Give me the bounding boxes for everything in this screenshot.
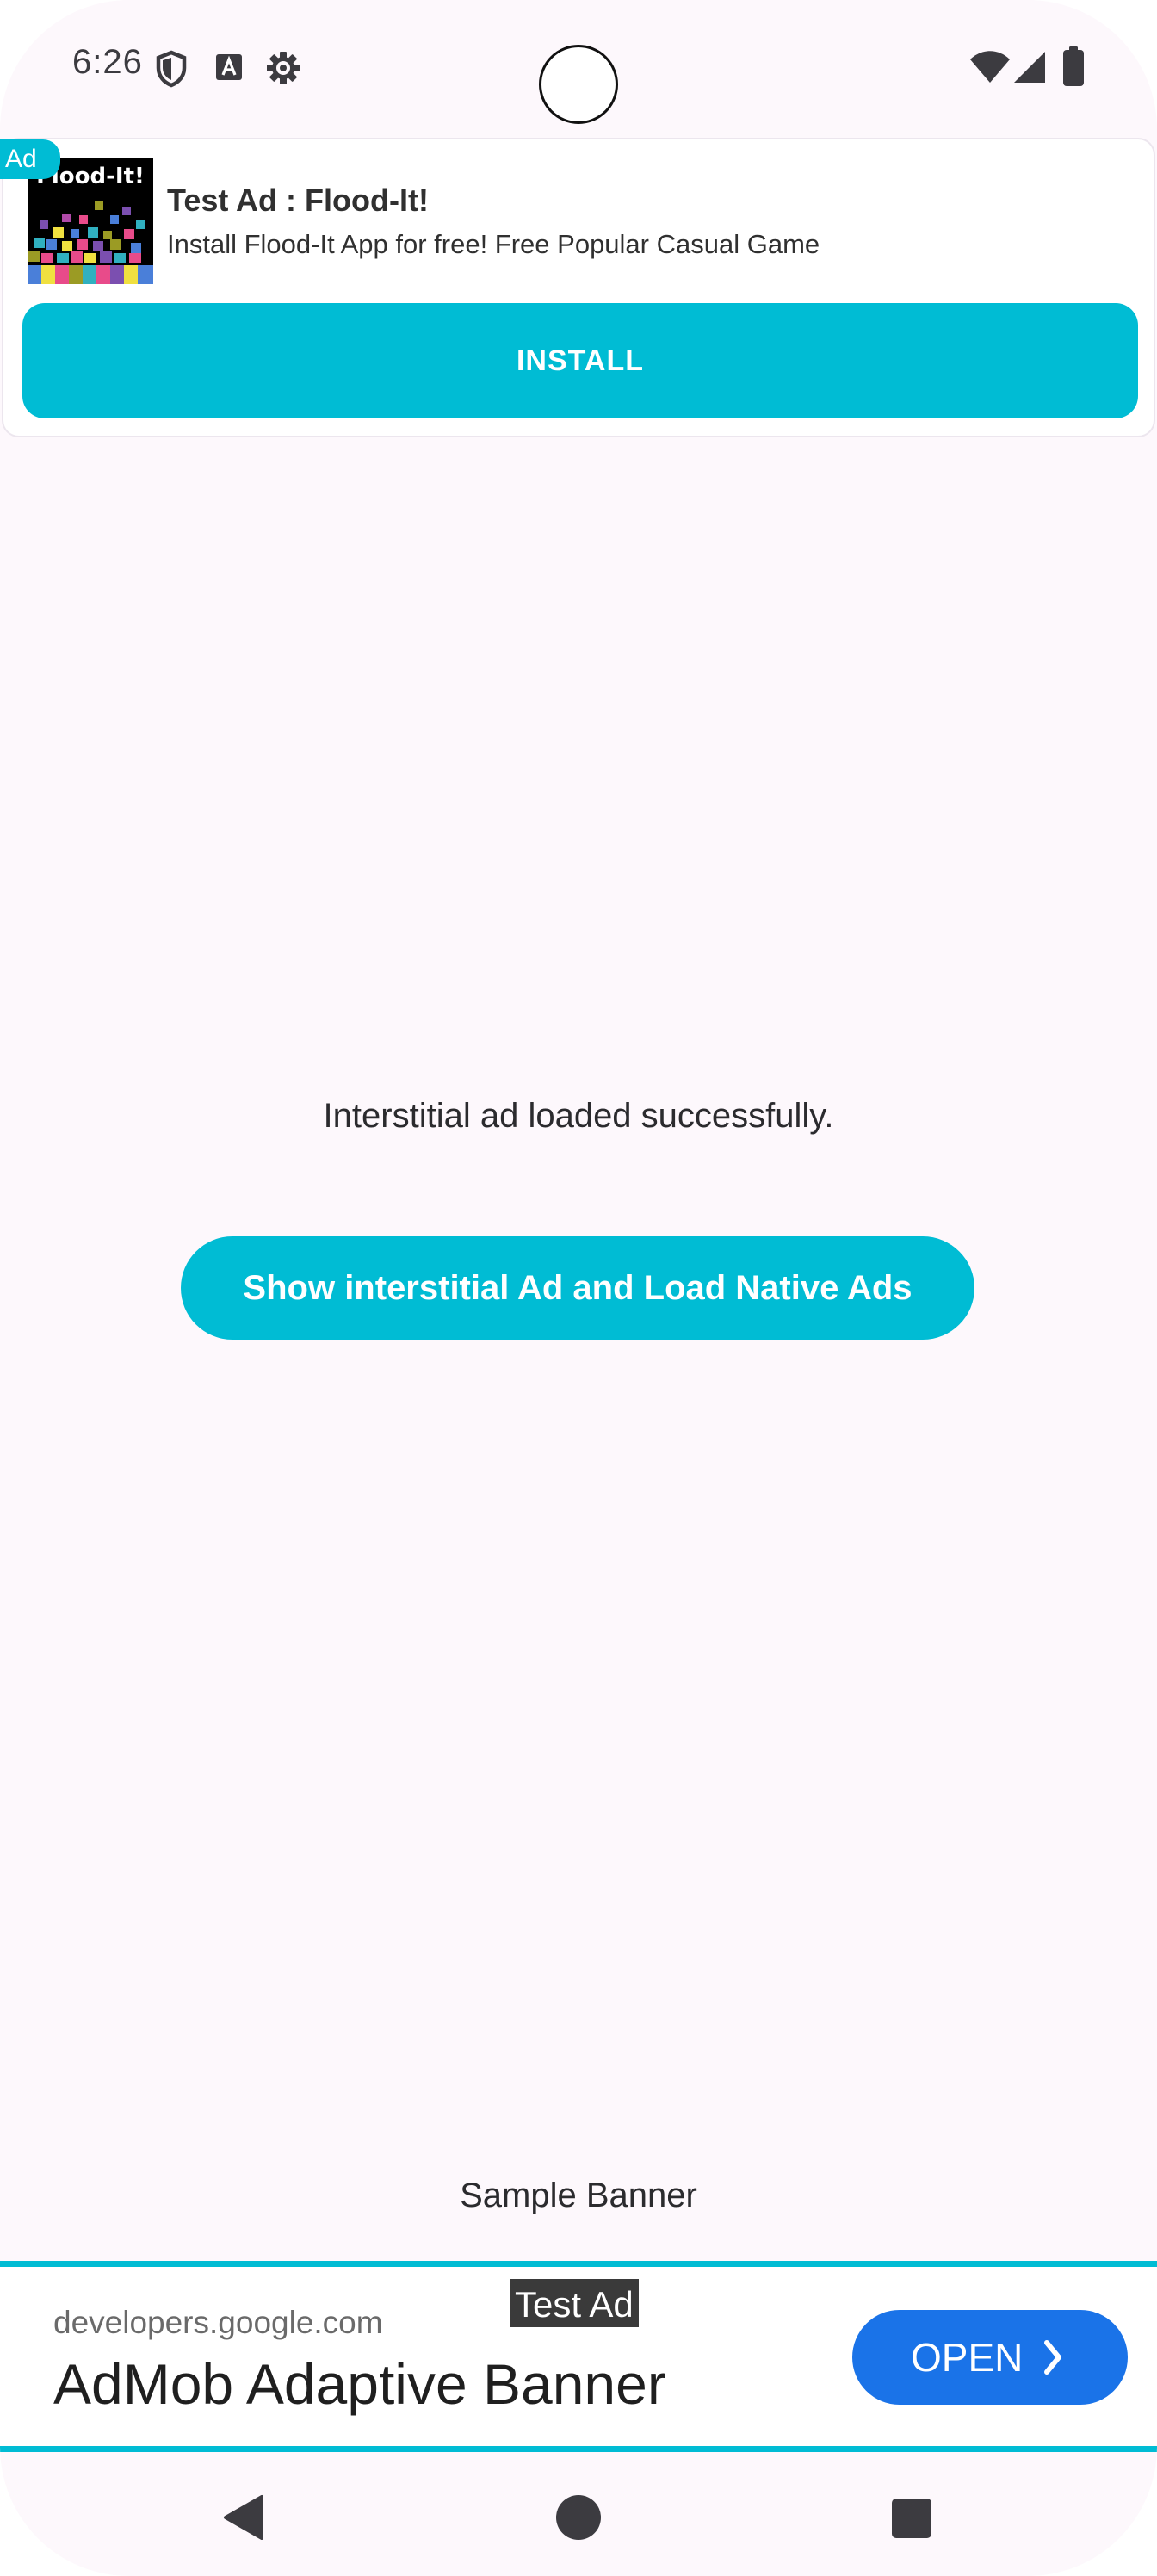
status-bar: 6:26	[0, 0, 1157, 129]
test-ad-label: Test Ad	[508, 2277, 640, 2329]
recents-icon[interactable]	[890, 2497, 933, 2540]
banner-url[interactable]: developers.google.com	[53, 2305, 383, 2341]
admob-banner-ad[interactable]: Test Ad developers.google.com AdMob Adap…	[0, 2261, 1157, 2452]
ad-body-text[interactable]: Install Flood-It App for free! Free Popu…	[167, 229, 820, 260]
open-button[interactable]: OPEN	[852, 2310, 1128, 2405]
banner-title[interactable]: AdMob Adaptive Banner	[53, 2351, 666, 2417]
navigation-bar	[0, 2464, 1157, 2576]
settings-icon	[267, 52, 300, 84]
ad-headline[interactable]: Test Ad : Flood-It!	[167, 183, 429, 219]
open-button-label: OPEN	[911, 2335, 1024, 2380]
status-time: 6:26	[72, 43, 143, 81]
native-ad-card[interactable]: Flood-It! Ad Test Ad: Flood-It! Install…	[0, 138, 1155, 437]
show-interstitial-button[interactable]: Show interstitial Ad and Load Native Ads	[181, 1236, 974, 1340]
chevron-right-icon	[1044, 2340, 1061, 2375]
font-a-icon	[216, 54, 242, 80]
camera-cutout	[539, 45, 618, 124]
signal-icon	[1014, 52, 1045, 83]
home-icon[interactable]	[554, 2493, 603, 2542]
phone-screen: 6:26 Flood-It! Ad Test Ad: Flood-It! In…	[0, 0, 1157, 2576]
pixel-grid-art	[28, 201, 153, 284]
wifi-icon	[970, 51, 1010, 83]
install-button[interactable]: INSTALL	[22, 303, 1138, 418]
sample-banner-label: Sample Banner	[460, 2177, 697, 2214]
battery-icon	[1063, 46, 1084, 86]
ad-status-message: Interstitial ad loaded successfully.	[323, 1097, 834, 1135]
ad-badge: Ad	[0, 139, 60, 179]
shield-icon	[156, 50, 187, 88]
back-icon[interactable]	[220, 2492, 269, 2543]
